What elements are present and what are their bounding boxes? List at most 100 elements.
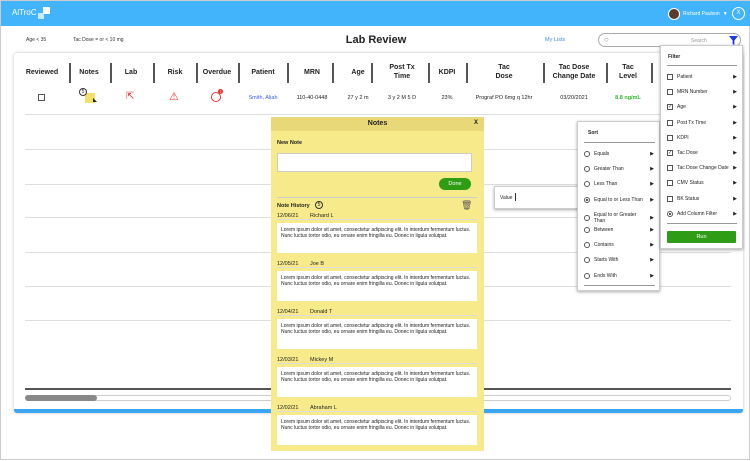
scrollbar-thumb[interactable] — [25, 395, 97, 401]
cell-tac-level: 8.8 ng/mL — [615, 95, 641, 101]
caret-right-icon: ▶ — [733, 134, 737, 141]
done-button[interactable]: Done — [439, 178, 471, 190]
sort-option[interactable]: Equal to or Greater Than ▶ — [584, 212, 654, 224]
checkbox[interactable] — [667, 134, 673, 141]
caret-right-icon: ▶ — [733, 165, 737, 172]
cell-change-date: 03/20/2021 — [560, 95, 588, 101]
column-separator[interactable] — [69, 63, 71, 83]
trash-icon[interactable]: 🗑 — [461, 200, 472, 211]
caret-right-icon: ▶ — [650, 151, 654, 157]
add-column-filter[interactable]: Add Column Filter ▶ — [667, 210, 737, 217]
column-separator[interactable] — [110, 63, 112, 83]
caret-right-icon: ▶ — [650, 181, 654, 188]
filter-item[interactable]: ✓ Tac Dose ▶ — [667, 150, 737, 156]
column-separator[interactable] — [606, 63, 608, 83]
cell-mrn: 110-40-0448 — [296, 95, 328, 101]
caret-right-icon: ▶ — [650, 272, 654, 279]
filter-item[interactable]: CMV Status ▶ — [667, 180, 737, 187]
sort-option[interactable]: Starts With ▶ — [584, 257, 654, 264]
radio-button[interactable] — [584, 196, 590, 203]
filter-item[interactable]: ✓ Age ▶ — [667, 104, 737, 111]
sort-option[interactable]: Less Than ▶ — [584, 181, 654, 188]
filter-item[interactable]: Tac Dose Change Date ▶ — [667, 165, 737, 172]
filter-item[interactable]: KDPI ▶ — [667, 134, 737, 141]
caret-right-icon: ▶ — [650, 242, 654, 249]
column-header[interactable]: Tac Level — [619, 63, 637, 81]
run-button[interactable]: Run — [667, 231, 736, 243]
column-header[interactable]: KDPI — [439, 68, 456, 77]
radio-button[interactable] — [584, 214, 590, 221]
filter-item-label: KDPI — [677, 134, 689, 141]
cell-kdpi: 23% — [441, 95, 453, 101]
sort-option-label: Between — [594, 227, 614, 233]
column-separator[interactable] — [332, 63, 334, 83]
checkbox[interactable] — [667, 119, 673, 126]
radio-button[interactable] — [584, 257, 590, 264]
sort-option[interactable]: Equals ▶ — [584, 151, 654, 157]
column-header[interactable]: MRN — [304, 68, 320, 77]
divider — [667, 223, 737, 224]
column-header[interactable]: Patient — [251, 68, 274, 77]
filter-item[interactable]: MRN Number ▶ — [667, 89, 737, 96]
sort-option[interactable]: Equal to or Less Than ▶ — [584, 196, 654, 203]
column-header[interactable]: Post Tx Time — [389, 63, 414, 81]
note-text: Lorem ipsum dolor sit amet, consectetur … — [277, 319, 477, 349]
caret-right-icon: ▶ — [650, 214, 654, 221]
reviewed-checkbox[interactable] — [38, 94, 45, 101]
filter-item-label: CMV Status — [677, 180, 704, 187]
caret-right-icon: ▶ — [650, 227, 654, 233]
sort-option[interactable]: Between ▶ — [584, 227, 654, 233]
divider — [667, 65, 737, 66]
column-header[interactable]: Reviewed — [26, 68, 58, 77]
checkbox[interactable] — [667, 195, 673, 202]
radio-button[interactable] — [584, 272, 590, 279]
caret-right-icon: ▶ — [733, 180, 737, 187]
sort-option[interactable]: Ends With ▶ — [584, 272, 654, 279]
column-separator[interactable] — [651, 63, 653, 83]
filter-item-label: BK Status — [677, 195, 700, 202]
filter-item[interactable]: Post Tx Time ▶ — [667, 119, 737, 126]
column-separator[interactable] — [238, 63, 240, 83]
column-separator[interactable] — [371, 63, 373, 83]
column-separator[interactable] — [428, 63, 430, 83]
sort-option-label: Equals — [594, 151, 610, 157]
column-separator[interactable] — [196, 63, 198, 83]
checkbox[interactable]: ✓ — [667, 150, 673, 156]
divider — [277, 219, 477, 220]
column-header[interactable]: Age — [351, 68, 364, 77]
radio-button[interactable] — [584, 181, 590, 188]
caret-right-icon: ▶ — [650, 257, 654, 264]
radio-button[interactable] — [584, 227, 590, 233]
new-note-label: New Note — [277, 140, 303, 146]
sort-option[interactable]: Greater Than ▶ — [584, 166, 654, 173]
add-icon — [667, 210, 673, 217]
checkbox[interactable] — [667, 74, 673, 80]
divider — [277, 197, 477, 198]
filter-item[interactable]: Patient ▶ — [667, 74, 737, 80]
column-header[interactable]: Risk — [168, 68, 183, 77]
new-note-input[interactable] — [277, 153, 472, 172]
radio-button[interactable] — [584, 151, 590, 157]
column-separator[interactable] — [543, 63, 545, 83]
radio-button[interactable] — [584, 242, 590, 249]
sort-option[interactable]: Contains ▶ — [584, 242, 654, 249]
checkbox[interactable] — [667, 89, 673, 96]
column-separator[interactable] — [466, 63, 468, 83]
checkbox[interactable]: ✓ — [667, 104, 673, 111]
filter-panel: Filter Run Patient ▶ MRN Number ▶ ✓ Age ▶ Post … — [660, 45, 743, 249]
column-header[interactable]: Notes — [79, 68, 98, 77]
radio-button[interactable] — [584, 166, 590, 173]
column-header[interactable]: Overdue — [203, 68, 231, 77]
checkbox[interactable] — [667, 180, 673, 187]
filter-item[interactable]: BK Status ▶ — [667, 195, 737, 202]
value-input[interactable]: Value — [494, 186, 581, 209]
column-header[interactable]: Lab — [125, 68, 137, 77]
column-header[interactable]: Tac Dose Change Date — [553, 63, 596, 81]
column-separator[interactable] — [153, 63, 155, 83]
cell-patient[interactable]: Smith, Aliah — [248, 95, 277, 101]
column-separator[interactable] — [287, 63, 289, 83]
checkbox[interactable] — [667, 165, 673, 172]
external-link-icon[interactable]: ⇱ — [126, 91, 134, 102]
notes-close-button[interactable]: X — [474, 120, 478, 126]
column-header[interactable]: Tac Dose — [495, 63, 512, 81]
